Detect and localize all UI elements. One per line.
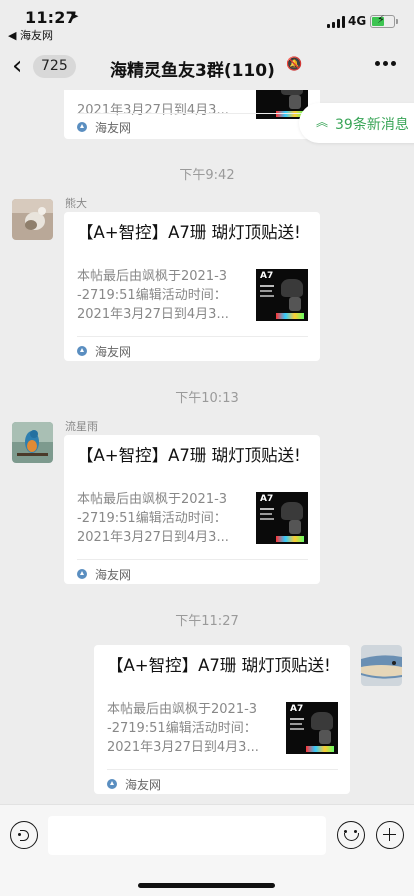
link-card[interactable]: 【A+智控】A7珊 瑚灯顶贴送! 本帖最后由飒枫于2021-3 -2719:51… xyxy=(94,645,350,794)
new-messages-label: 39条新消息 xyxy=(335,117,409,133)
double-chevron-up-icon: ︽ xyxy=(316,115,329,129)
avatar[interactable] xyxy=(12,422,53,463)
chat-title: 海精灵鱼友3群(110) xyxy=(110,61,275,81)
location-arrow-icon: ➤ xyxy=(69,9,80,23)
card-thumbnail: A7 xyxy=(256,492,308,544)
chat-header: ‹ 725 海精灵鱼友3群(110) 🔕 xyxy=(0,44,414,90)
time-separator: 下午9:42 xyxy=(179,168,235,183)
back-to-app-link[interactable]: ◀ 海友网 xyxy=(8,27,53,43)
signal-icon xyxy=(327,16,345,28)
source-icon xyxy=(107,779,117,789)
message-input[interactable] xyxy=(48,816,326,855)
emoji-icon[interactable] xyxy=(337,821,365,849)
avatar[interactable] xyxy=(12,199,53,240)
chevron-left-icon[interactable]: ‹ xyxy=(12,53,34,81)
card-description: 本帖最后由飒枫于2021-3 -2719:51编辑活动时间： 2021年3月27… xyxy=(77,269,229,322)
card-source-label: 海友网 xyxy=(125,778,162,792)
card-source-label: 海友网 xyxy=(95,345,132,359)
time-separator: 下午10:13 xyxy=(175,391,239,406)
card-source-label: 海友网 xyxy=(95,568,132,582)
message-list[interactable]: 2021年3月27日到4月3... 海友网 ︽ 39条新消息 下午9:42 熊大… xyxy=(0,90,414,804)
link-card[interactable]: 【A+智控】A7珊 瑚灯顶贴送! 本帖最后由飒枫于2021-3 -2719:51… xyxy=(64,212,320,361)
link-card[interactable]: 【A+智控】A7珊 瑚灯顶贴送! 本帖最后由飒枫于2021-3 -2719:51… xyxy=(64,435,320,584)
home-indicator[interactable] xyxy=(138,883,275,888)
card-title: 【A+智控】A7珊 瑚灯顶贴送! xyxy=(107,656,331,675)
card-description: 本帖最后由飒枫于2021-3 -2719:51编辑活动时间： 2021年3月27… xyxy=(77,492,229,545)
sender-name: 流星雨 xyxy=(65,420,98,433)
ellipsis-icon[interactable] xyxy=(375,61,397,67)
plus-icon[interactable] xyxy=(376,821,404,849)
source-icon xyxy=(77,569,87,579)
status-bar: 11:27 ➤ ◀ 海友网 4G ⚡ xyxy=(0,0,414,44)
new-messages-button[interactable]: ︽ 39条新消息 xyxy=(299,103,414,143)
time-separator: 下午11:27 xyxy=(175,614,239,629)
battery-icon: ⚡ xyxy=(370,13,398,28)
bell-off-icon: 🔕 xyxy=(286,57,303,72)
voice-icon[interactable] xyxy=(10,821,38,849)
charging-bolt-icon: ⚡ xyxy=(377,13,385,26)
source-icon xyxy=(77,122,87,132)
card-thumbnail: A7 xyxy=(286,702,338,754)
avatar[interactable] xyxy=(361,645,402,686)
sender-name: 熊大 xyxy=(65,197,87,210)
card-title: 【A+智控】A7珊 瑚灯顶贴送! xyxy=(77,446,301,465)
card-title: 【A+智控】A7珊 瑚灯顶贴送! xyxy=(77,223,301,242)
card-description: 本帖最后由飒枫于2021-3 -2719:51编辑活动时间： 2021年3月27… xyxy=(107,702,259,755)
network-type: 4G xyxy=(348,14,367,28)
source-icon xyxy=(77,346,87,356)
unread-count-badge[interactable]: 725 xyxy=(33,55,76,78)
card-thumbnail: A7 xyxy=(256,269,308,321)
card-source-label: 海友网 xyxy=(95,121,132,135)
card-description-tail: 2021年3月27日到4月3... xyxy=(77,103,229,118)
link-card[interactable]: 2021年3月27日到4月3... 海友网 xyxy=(64,90,320,139)
